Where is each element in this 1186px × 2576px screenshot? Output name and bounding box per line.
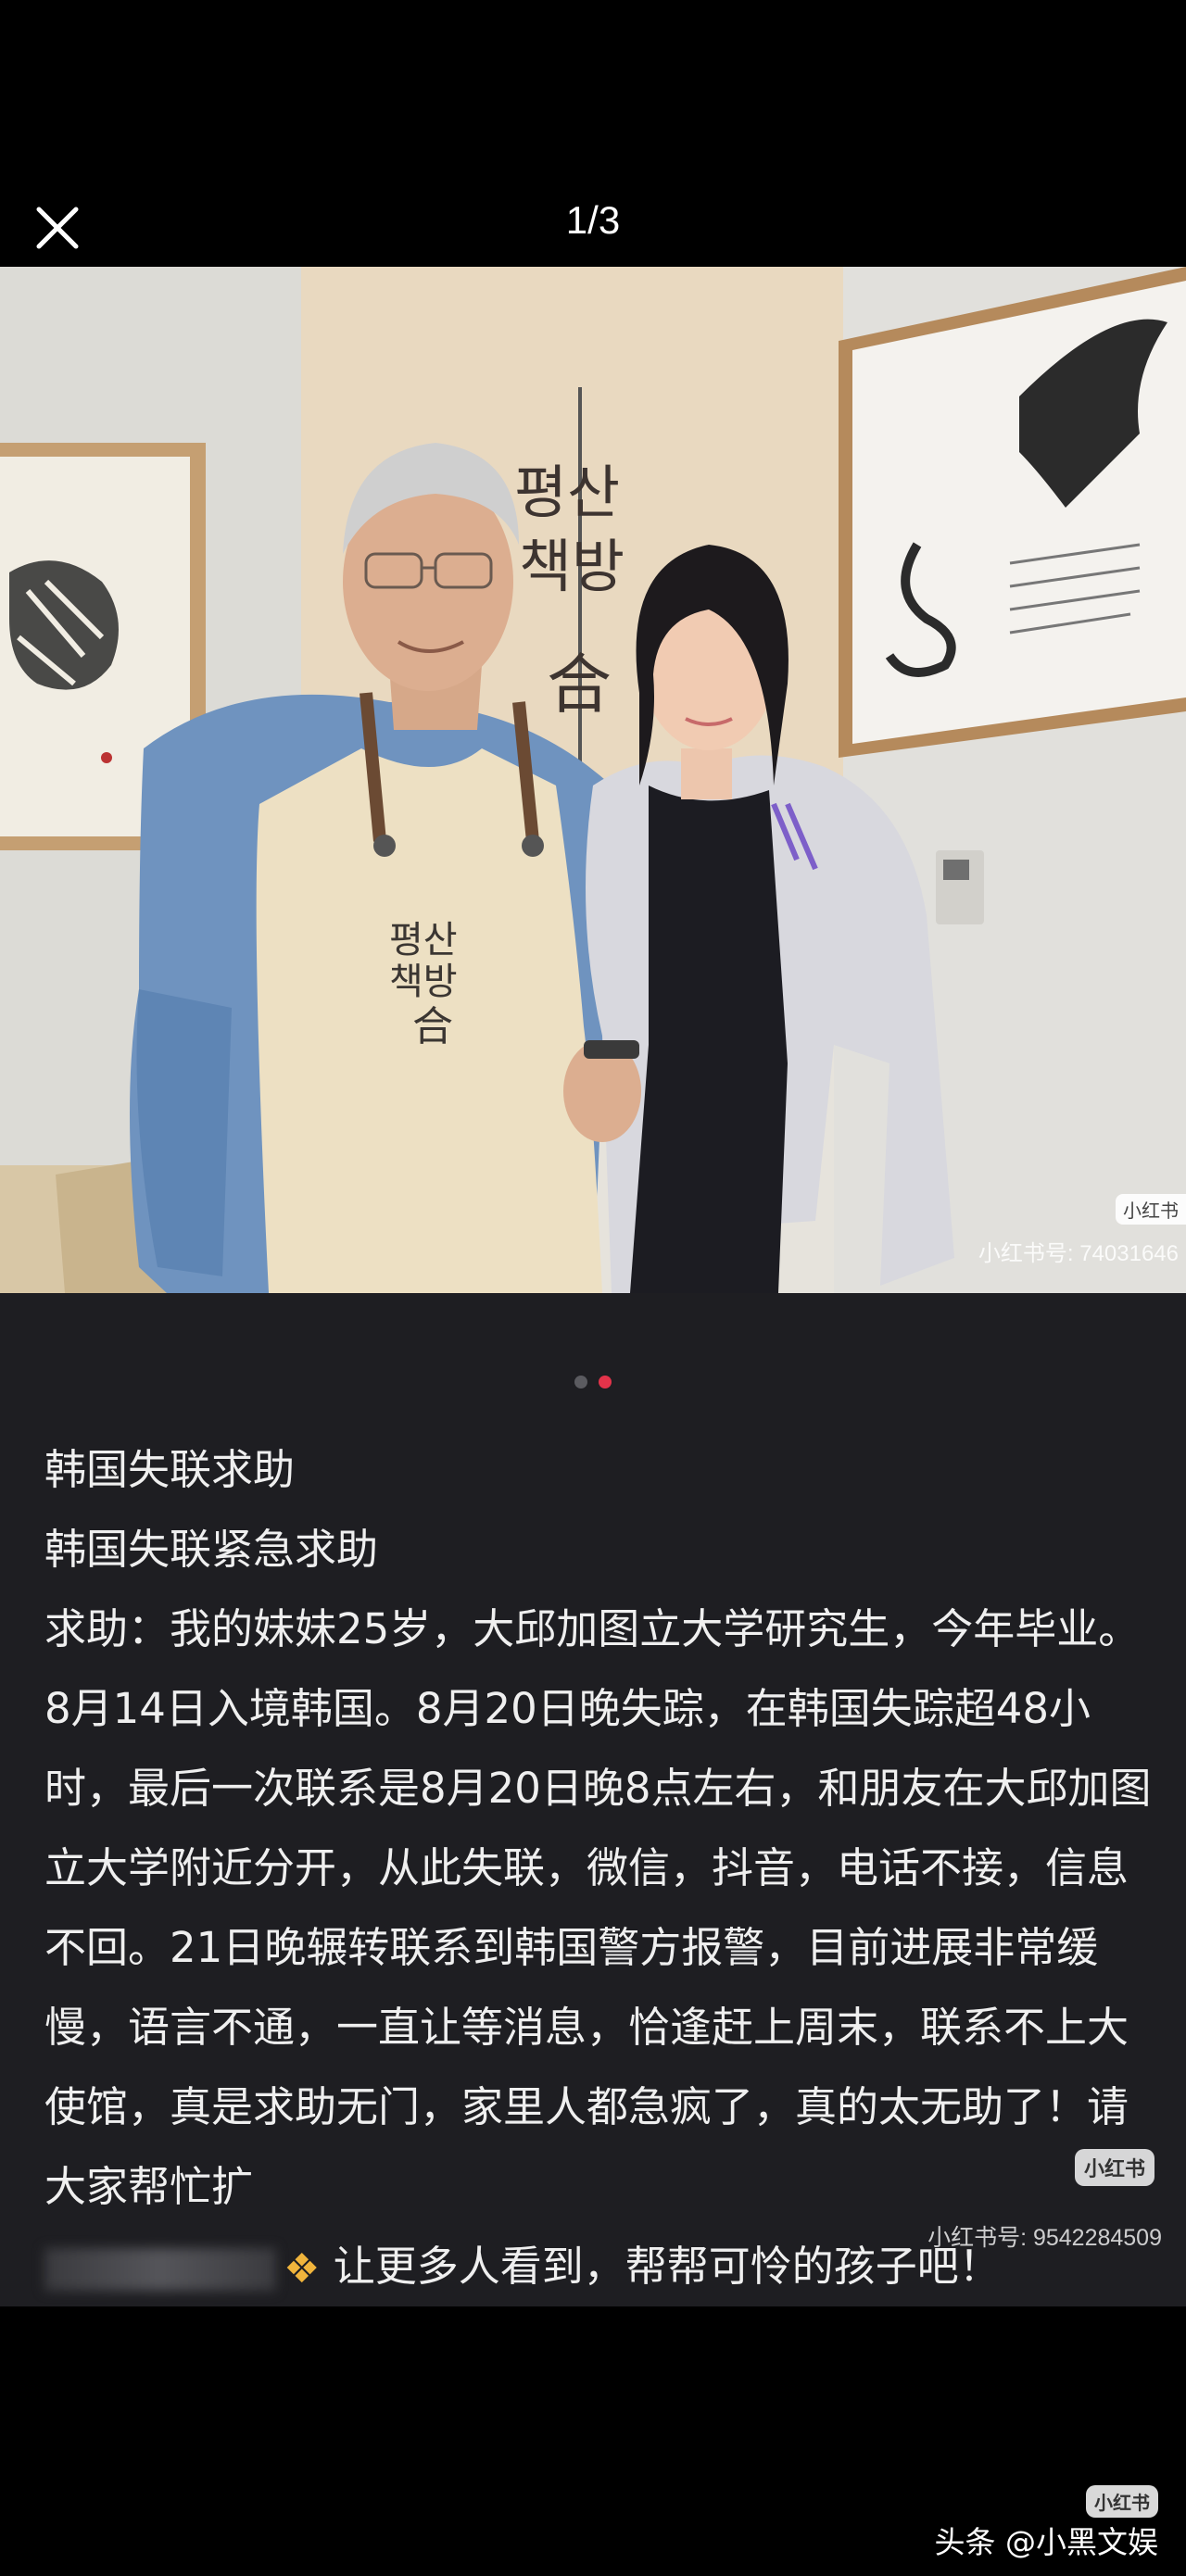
praying-hands-icon: ❖ (284, 2245, 321, 2293)
main-photo[interactable]: 평산 책방 合 평산 책방 合 小红书 小红书号: 74031646 (0, 267, 1186, 1293)
xiaohongshu-logo-bottom: 小红书 (1086, 2485, 1158, 2518)
wall-calligraphy-top: 평산 (514, 459, 620, 526)
caption-title-1: 韩国失联求助 (44, 1445, 296, 1494)
photo-illustration: 평산 책방 合 평산 책방 合 (0, 267, 1186, 1293)
apron-text-mid: 책방 (389, 961, 458, 1003)
apron-text-bottom: 合 (412, 1003, 453, 1050)
pagination-dot-1[interactable] (574, 1376, 587, 1389)
image-counter: 1/3 (565, 198, 621, 242)
caption-panel: 韩国失联求助 韩国失联紧急求助 求助：我的妹妹25岁，大邱加图立大学研究生，今年… (0, 1293, 1186, 2306)
wall-calligraphy-bottom: 合 (547, 647, 612, 723)
caption-last-text: 让更多人看到，帮帮可怜的孩子吧！ (333, 2242, 1001, 2291)
wall-calligraphy-mid: 책방 (519, 533, 625, 600)
caption-title-2: 韩国失联紧急求助 (44, 1525, 379, 1574)
caption-watermark: 小红书号: 9542284509 (927, 2225, 1162, 2251)
image-viewer: 1/3 평산 책방 合 평산 책방 合 小红书 小红书号: 74031646 韩… (0, 0, 1186, 2576)
apron-text-top: 평산 (389, 919, 458, 961)
source-attribution: 头条 @小黑文娱 (934, 2524, 1159, 2560)
pagination-dot-2[interactable] (599, 1376, 612, 1389)
xiaohongshu-logo-photo: 小红书 (1116, 1194, 1186, 1225)
blurred-text (44, 2248, 276, 2291)
caption-body: 求助：我的妹妹25岁，大邱加图立大学研究生，今年毕业。8月14日入境韩国。8月2… (44, 1604, 1152, 2211)
caption-text: 韩国失联求助 韩国失联紧急求助 求助：我的妹妹25岁，大邱加图立大学研究生，今年… (44, 1430, 1166, 2309)
xiaohongshu-logo-caption: 小红书 (1074, 2149, 1154, 2186)
pagination-dots (0, 1375, 1186, 1393)
right-painting (839, 267, 1186, 758)
viewer-top-bar: 1/3 (0, 185, 1186, 267)
photo-watermark: 小红书号: 74031646 (978, 1241, 1179, 1266)
